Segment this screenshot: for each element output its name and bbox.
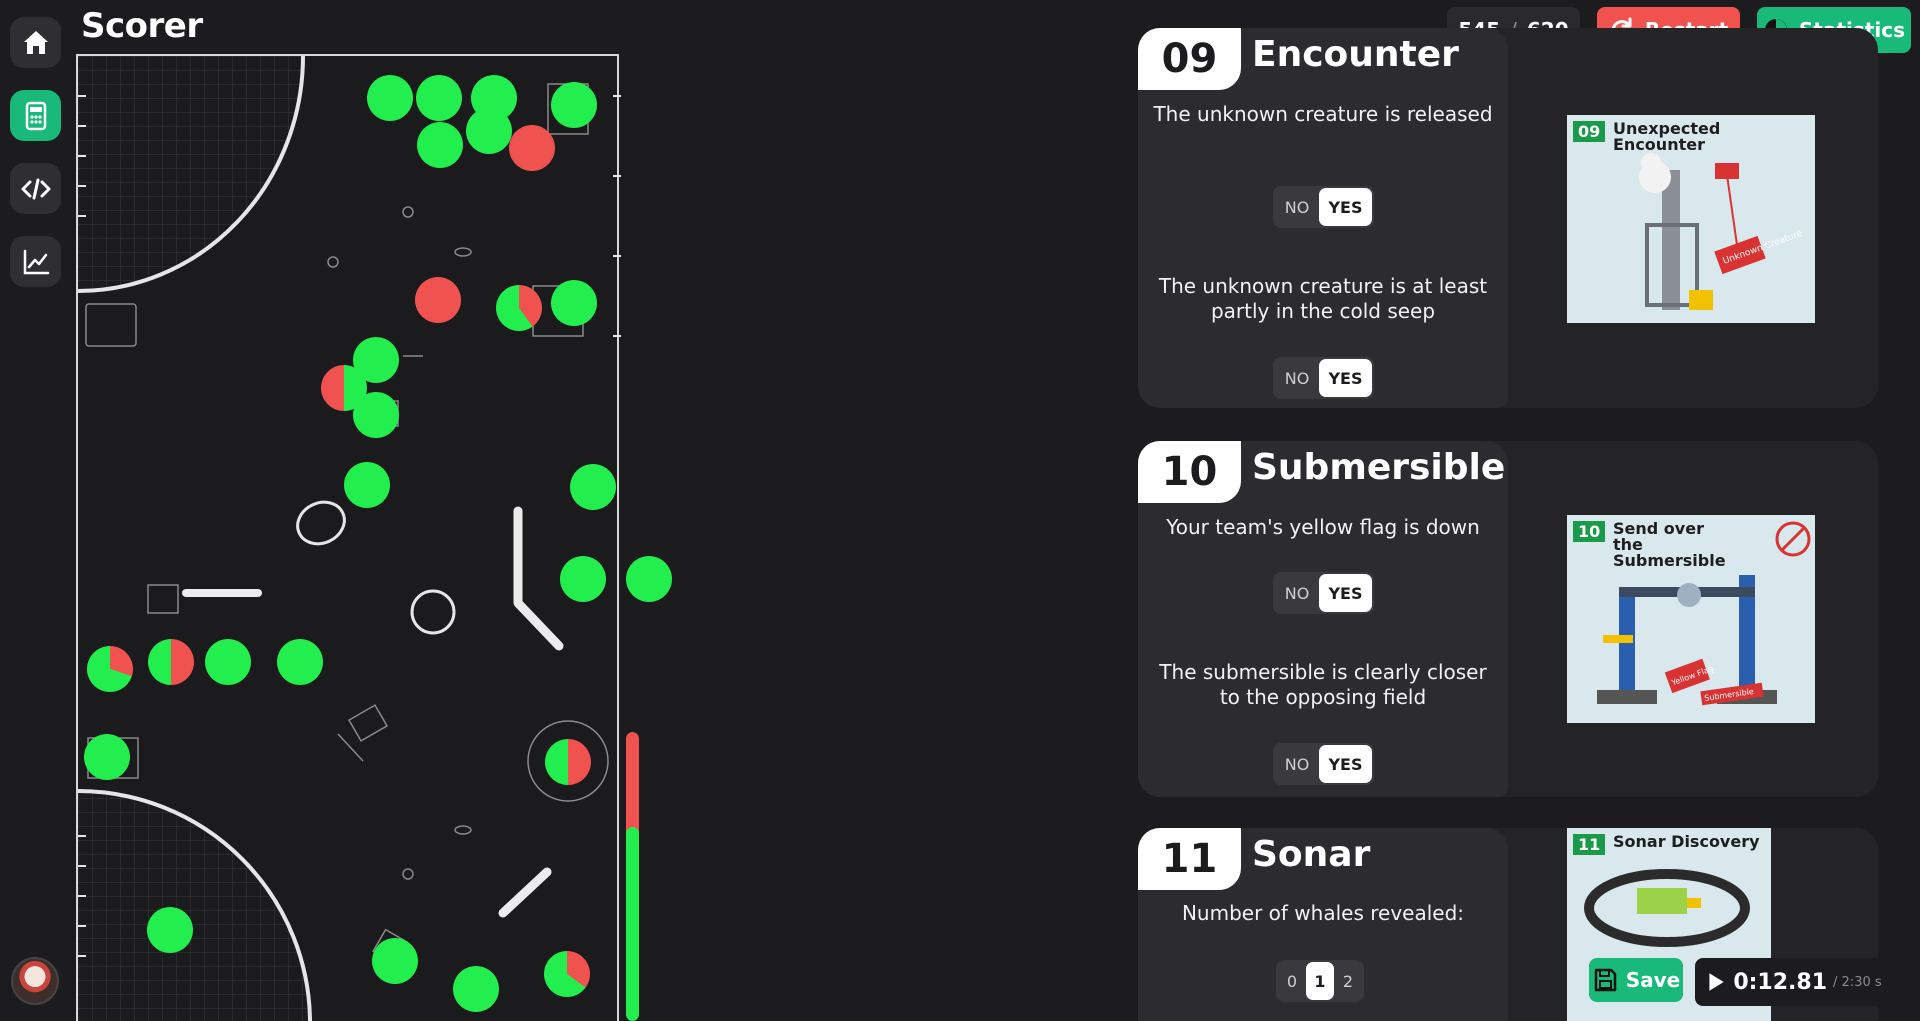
mission-title: Sonar (1252, 834, 1371, 875)
user-avatar[interactable] (11, 957, 59, 1005)
field-marker-missed[interactable] (509, 125, 555, 171)
yes-no-toggle: NO YES (1273, 357, 1374, 399)
mission-panel: 09 Encounter The unknown creature is rel… (1138, 28, 1508, 408)
mission-image: 10 Send over the Submersible Yellow Flag… (1567, 515, 1815, 723)
timer-total: / 2:30 s (1833, 974, 1882, 990)
save-label: Save (1625, 968, 1681, 992)
number-selector: 0 1 2 (1276, 960, 1364, 1002)
nav-stats-button[interactable] (10, 236, 61, 287)
code-icon (21, 178, 50, 199)
field-marker[interactable] (205, 639, 251, 685)
field-marker-partial[interactable] (544, 951, 590, 997)
calculator-icon (25, 101, 46, 130)
toggle-option-yes[interactable]: YES (1319, 359, 1372, 397)
number-option-2[interactable]: 2 (1334, 962, 1362, 1000)
question-text: The unknown creature is at least partly … (1158, 274, 1488, 323)
field-marker[interactable] (84, 734, 130, 780)
field-marker-partial[interactable] (148, 639, 194, 685)
mission-card-10: 10 Submersible Your team's yellow flag i… (1138, 441, 1878, 797)
field-marker[interactable] (570, 464, 616, 510)
field-marker[interactable] (466, 108, 512, 154)
question-text: Your team's yellow flag is down (1166, 515, 1480, 539)
number-option-0[interactable]: 0 (1278, 962, 1306, 1000)
field-marker[interactable] (344, 462, 390, 508)
progress-green-fill (626, 827, 639, 1021)
toggle-option-no[interactable]: NO (1275, 188, 1319, 226)
toggle-option-yes[interactable]: YES (1319, 745, 1372, 783)
question-text: Number of whales revealed: (1181, 901, 1465, 925)
timer-elapsed: 0:12.81 (1733, 969, 1828, 995)
mission-image: 09 Unexpected Encounter Unknown Creature (1567, 115, 1815, 323)
field-mat-drawing (78, 56, 621, 1021)
mission-number: 09 (1138, 28, 1241, 90)
field-marker[interactable] (453, 966, 499, 1012)
field-marker[interactable] (626, 556, 672, 602)
nav-scorer-button[interactable] (10, 90, 61, 141)
field-marker[interactable] (416, 75, 462, 121)
sidebar (0, 0, 70, 1021)
save-button[interactable]: Save (1589, 958, 1683, 1002)
field-marker-partial[interactable] (496, 285, 542, 331)
mission-panel: 11 Sonar Number of whales revealed: 0 1 … (1138, 828, 1508, 1021)
toggle-option-no[interactable]: NO (1275, 745, 1319, 783)
toggle-option-yes[interactable]: YES (1319, 188, 1372, 226)
toggle-option-no[interactable]: NO (1275, 574, 1319, 612)
mission-model-illustration: Yellow Flag Submersible (1597, 521, 1811, 706)
mission-model-illustration: Unknown Creature (1639, 153, 1804, 310)
field-marker[interactable] (147, 907, 193, 953)
field-marker-missed[interactable] (415, 277, 461, 323)
field-marker-partial[interactable] (321, 365, 367, 411)
nav-code-button[interactable] (10, 163, 61, 214)
mission-number: 11 (1138, 828, 1241, 890)
home-icon (23, 30, 48, 54)
page-title: Scorer (81, 6, 203, 46)
question-text: The unknown creature is released (1153, 102, 1493, 126)
floppy-disk-icon (1594, 968, 1616, 992)
field-marker[interactable] (277, 639, 323, 685)
toggle-option-yes[interactable]: YES (1319, 574, 1372, 612)
chart-line-icon (23, 249, 49, 274)
field-marker-partial[interactable] (87, 646, 133, 692)
mission-panel: 10 Submersible Your team's yellow flag i… (1138, 441, 1508, 797)
question-text: The submersible is clearly closer to the… (1159, 660, 1487, 709)
mission-number: 10 (1138, 441, 1241, 503)
yes-no-toggle: NO YES (1273, 186, 1374, 228)
mission-card-09: 09 Encounter The unknown creature is rel… (1138, 28, 1878, 408)
mission-title: Encounter (1252, 34, 1459, 75)
field-marker[interactable] (372, 938, 418, 984)
game-field (76, 54, 672, 1021)
field-marker[interactable] (560, 556, 606, 602)
score-progress-bar (626, 732, 639, 1021)
nav-home-button[interactable] (10, 17, 61, 68)
field-marker[interactable] (417, 122, 463, 168)
field-marker-partial[interactable] (545, 739, 591, 785)
yes-no-toggle: NO YES (1273, 572, 1374, 614)
yes-no-toggle: NO YES (1273, 743, 1374, 785)
field-marker[interactable] (551, 280, 597, 326)
mission-title: Submersible (1252, 447, 1506, 488)
field-marker[interactable] (551, 82, 597, 128)
play-icon[interactable] (1705, 971, 1727, 993)
number-option-1[interactable]: 1 (1306, 962, 1334, 1000)
match-timer: 0:12.81 / 2:30 s (1695, 958, 1892, 1006)
field-marker[interactable] (367, 75, 413, 121)
toggle-option-no[interactable]: NO (1275, 359, 1319, 397)
